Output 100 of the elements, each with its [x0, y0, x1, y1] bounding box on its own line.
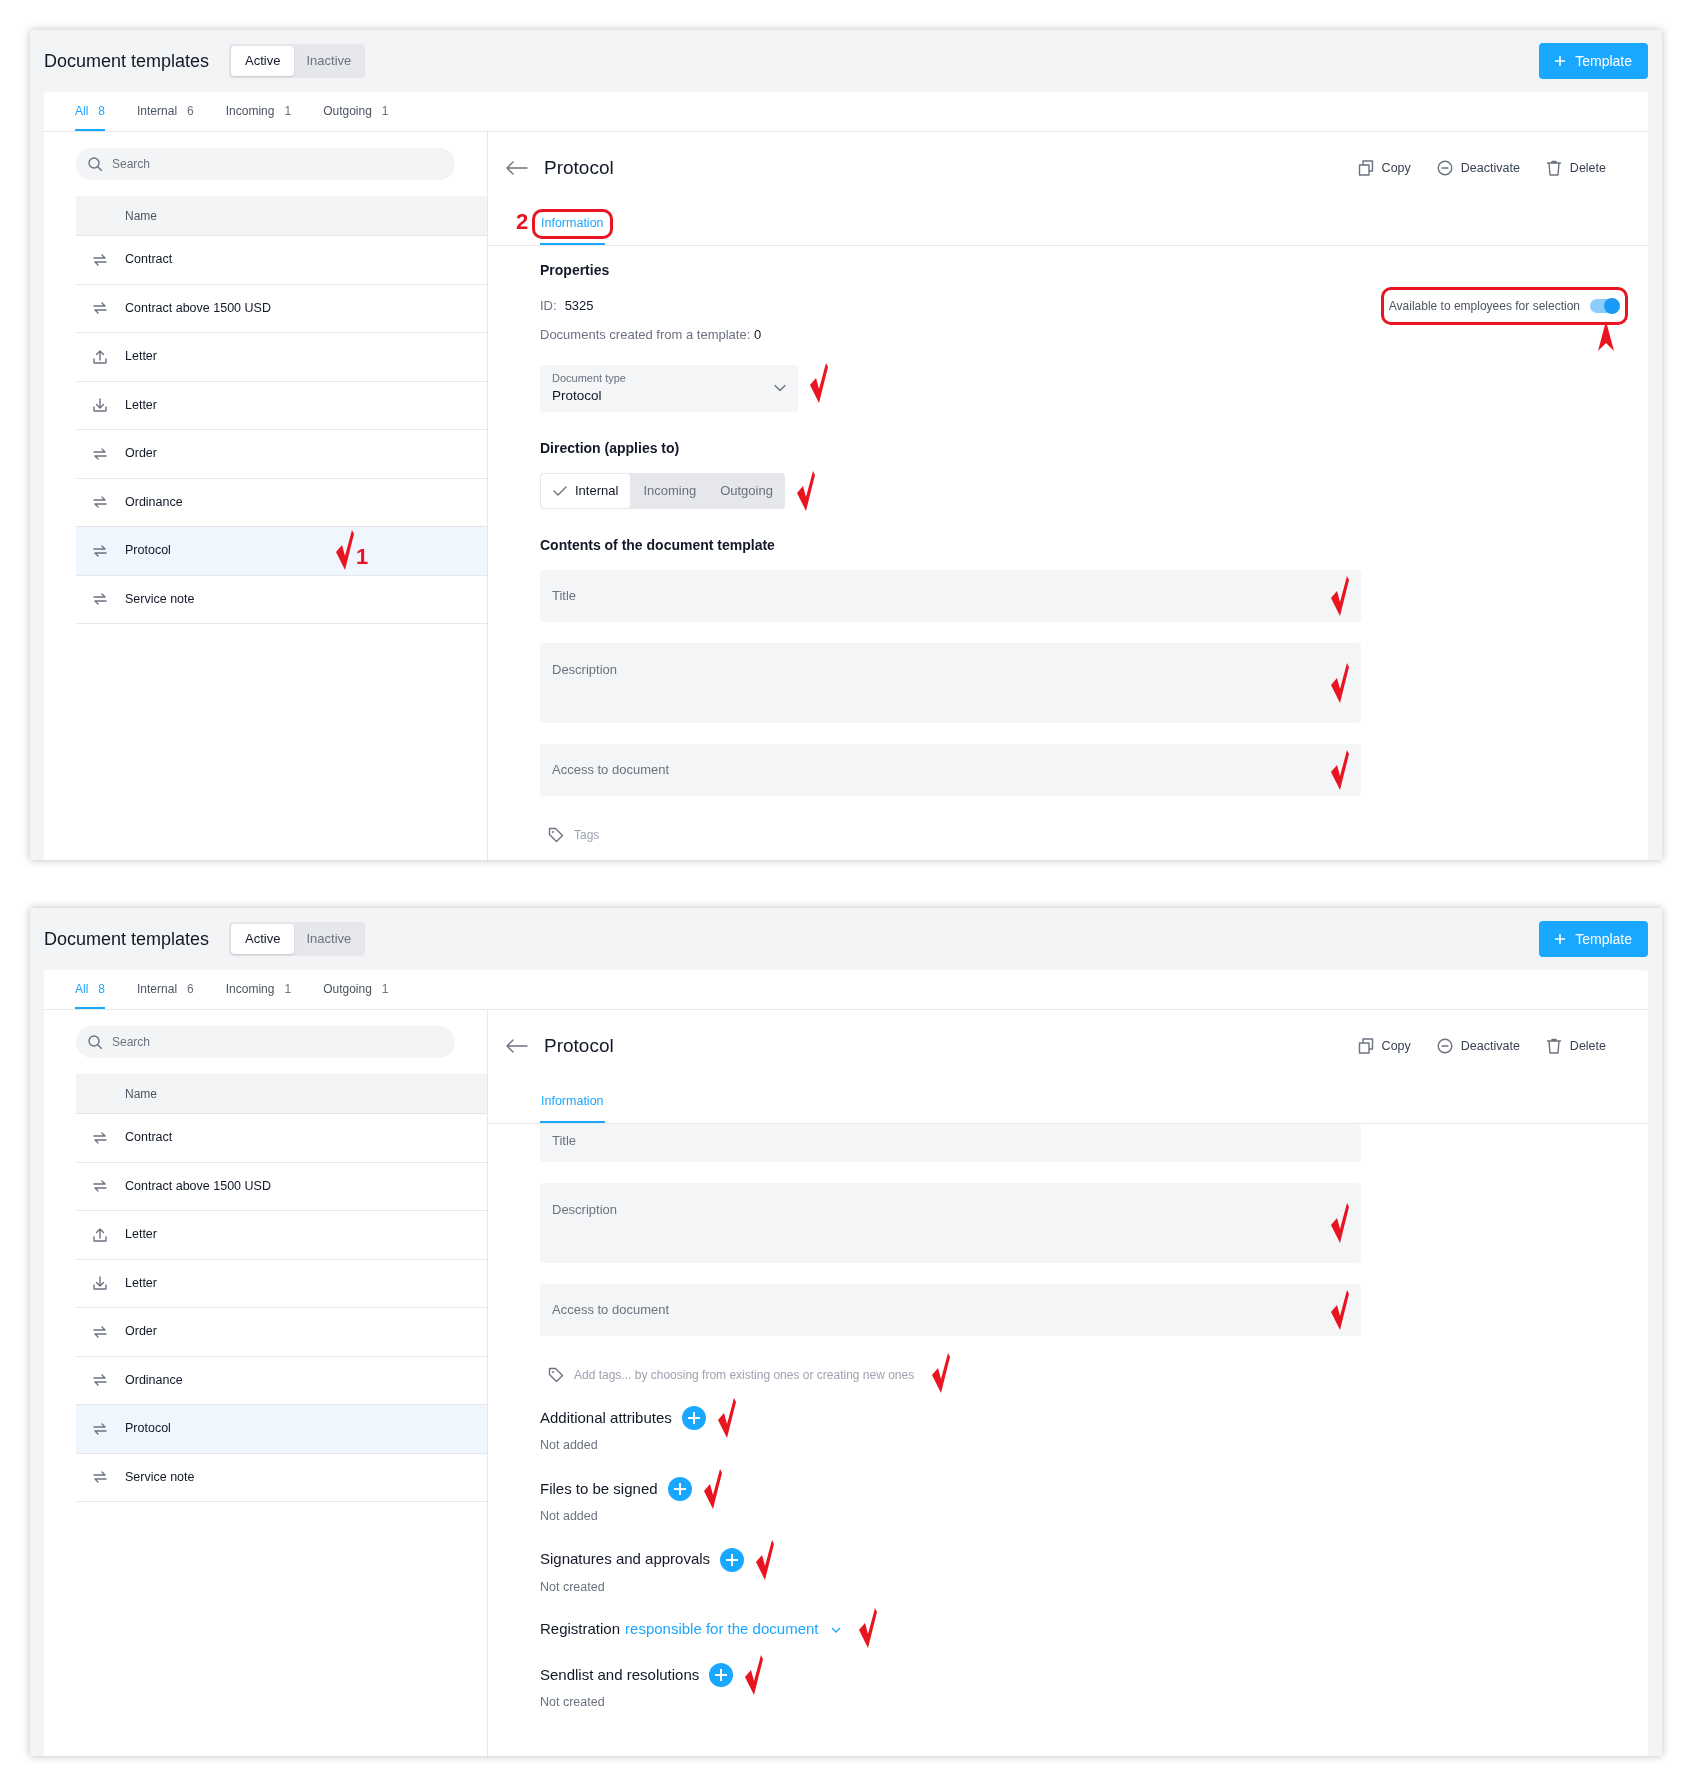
search-icon: [88, 157, 102, 171]
row-label: Contract above 1500 USD: [125, 1177, 271, 1195]
direction-option[interactable]: Outgoing: [708, 472, 785, 509]
trash-icon: [1545, 1038, 1562, 1054]
copy-icon: [1357, 1038, 1374, 1054]
add-button[interactable]: [667, 1476, 692, 1501]
search-field[interactable]: Search: [76, 148, 455, 180]
row-label: Letter: [125, 1274, 157, 1292]
minus-circle-icon: [1436, 1038, 1453, 1054]
filter-tab[interactable]: Internal 6: [137, 970, 194, 1009]
row-label: Contract: [125, 251, 173, 269]
check-mark-icon: [336, 530, 354, 570]
column-header: Name: [125, 1085, 157, 1103]
filter-tab[interactable]: Outgoing 1: [323, 92, 389, 131]
section-heading: Properties: [540, 262, 610, 278]
section-heading: Files to be signed: [540, 1478, 658, 1499]
filter-tab[interactable]: Outgoing 1: [323, 970, 389, 1009]
chevron-down-icon: [830, 1626, 841, 1633]
text-field[interactable]: Title: [540, 569, 1361, 622]
section-note: Not created: [540, 1693, 605, 1711]
filter-tab[interactable]: Internal 6: [137, 92, 194, 131]
row-label: Protocol: [125, 542, 171, 560]
column-header: Name: [125, 207, 157, 225]
plus-icon: [726, 1553, 739, 1566]
text-field[interactable]: Title: [540, 1124, 1361, 1162]
upload-icon: [92, 348, 108, 365]
plus-icon: [687, 1412, 700, 1424]
back-arrow-icon: [506, 161, 528, 175]
checkmark-icon: [553, 485, 567, 496]
row-label: Protocol: [125, 1420, 171, 1438]
chevron-down-icon: [774, 384, 786, 392]
row-label: Service note: [125, 590, 195, 608]
back-arrow-icon: [506, 1039, 528, 1053]
annotation-number: 1: [356, 546, 369, 568]
row-label: Contract: [125, 1129, 173, 1147]
plus-icon: [673, 1482, 686, 1495]
plus-icon: [715, 1668, 728, 1681]
download-icon: [92, 1275, 108, 1292]
tab-count: 1: [284, 102, 292, 120]
tab-count: 1: [284, 980, 292, 998]
back-button[interactable]: [506, 161, 528, 175]
section-note: Not added: [540, 1437, 598, 1454]
download-icon: [92, 397, 108, 414]
trash-icon: [1545, 160, 1562, 176]
tab-count: 8: [98, 102, 106, 120]
template-row[interactable]: Protocol 1: [76, 527, 487, 576]
detail-title: Protocol: [544, 155, 614, 180]
direction-option[interactable]: Incoming: [631, 472, 709, 509]
text-area[interactable]: Description: [540, 642, 1361, 723]
annotation-number: 2: [516, 211, 529, 233]
copy-icon: [1357, 160, 1374, 176]
toggle-label: Available to employees for selection: [1388, 298, 1580, 315]
row-label: Ordinance: [125, 493, 183, 511]
row-label: Service note: [125, 1468, 195, 1486]
toggle-switch[interactable]: [1590, 299, 1618, 313]
minus-circle-icon: [1436, 160, 1453, 176]
row-label: Letter: [125, 348, 157, 366]
direction-option[interactable]: Internal: [540, 472, 632, 509]
section-heading: Signatures and approvals: [540, 1549, 711, 1570]
status-tab[interactable]: Inactive: [294, 924, 364, 954]
action-button[interactable]: Delete: [1545, 1036, 1606, 1056]
plus-icon: [1555, 934, 1566, 944]
tab-count: 8: [98, 980, 106, 998]
status-tab[interactable]: Active: [231, 924, 295, 954]
back-button[interactable]: [506, 1039, 528, 1053]
row-label: Letter: [125, 1226, 157, 1244]
search-icon: [88, 1035, 102, 1049]
tab-count: 1: [381, 102, 389, 120]
section-heading: Registration: [540, 1619, 621, 1640]
tab-count: 1: [381, 980, 389, 998]
section-heading: Sendlist and resolutions: [540, 1664, 700, 1685]
search-field[interactable]: Search: [76, 1026, 455, 1058]
add-button[interactable]: [709, 1662, 734, 1687]
status-tab[interactable]: Inactive: [294, 46, 364, 76]
status-tab[interactable]: Active: [231, 46, 295, 76]
action-button[interactable]: Deactivate: [1436, 158, 1520, 178]
text-area[interactable]: Description: [540, 1183, 1361, 1263]
id-value: 5325: [564, 297, 594, 316]
filter-tab[interactable]: Incoming 1: [225, 970, 292, 1009]
row-label: Order: [125, 445, 157, 463]
action-button[interactable]: Deactivate: [1436, 1036, 1520, 1056]
text-field[interactable]: Access to document: [540, 1284, 1361, 1336]
row-label: Order: [125, 1323, 157, 1341]
template-row[interactable]: Protocol: [76, 1405, 487, 1454]
id-label: ID:: [540, 297, 557, 316]
document-type-select[interactable]: Document type Protocol: [540, 364, 798, 412]
text-field[interactable]: Access to document: [540, 743, 1361, 796]
page-title: Document templates: [44, 927, 210, 951]
filter-tab[interactable]: Incoming 1: [225, 92, 292, 131]
add-button[interactable]: [720, 1547, 745, 1572]
section-heading: Additional attributes: [540, 1407, 672, 1428]
tab-count: 6: [187, 980, 194, 998]
row-label: Letter: [125, 396, 157, 414]
action-button[interactable]: Delete: [1545, 158, 1606, 178]
section-heading: Direction (applies to): [540, 439, 680, 456]
action-button[interactable]: Copy: [1357, 158, 1411, 178]
upload-icon: [92, 1226, 108, 1243]
pointer-arrow-icon: [1598, 321, 1614, 351]
action-button[interactable]: Copy: [1357, 1036, 1411, 1056]
add-button[interactable]: [681, 1406, 706, 1430]
